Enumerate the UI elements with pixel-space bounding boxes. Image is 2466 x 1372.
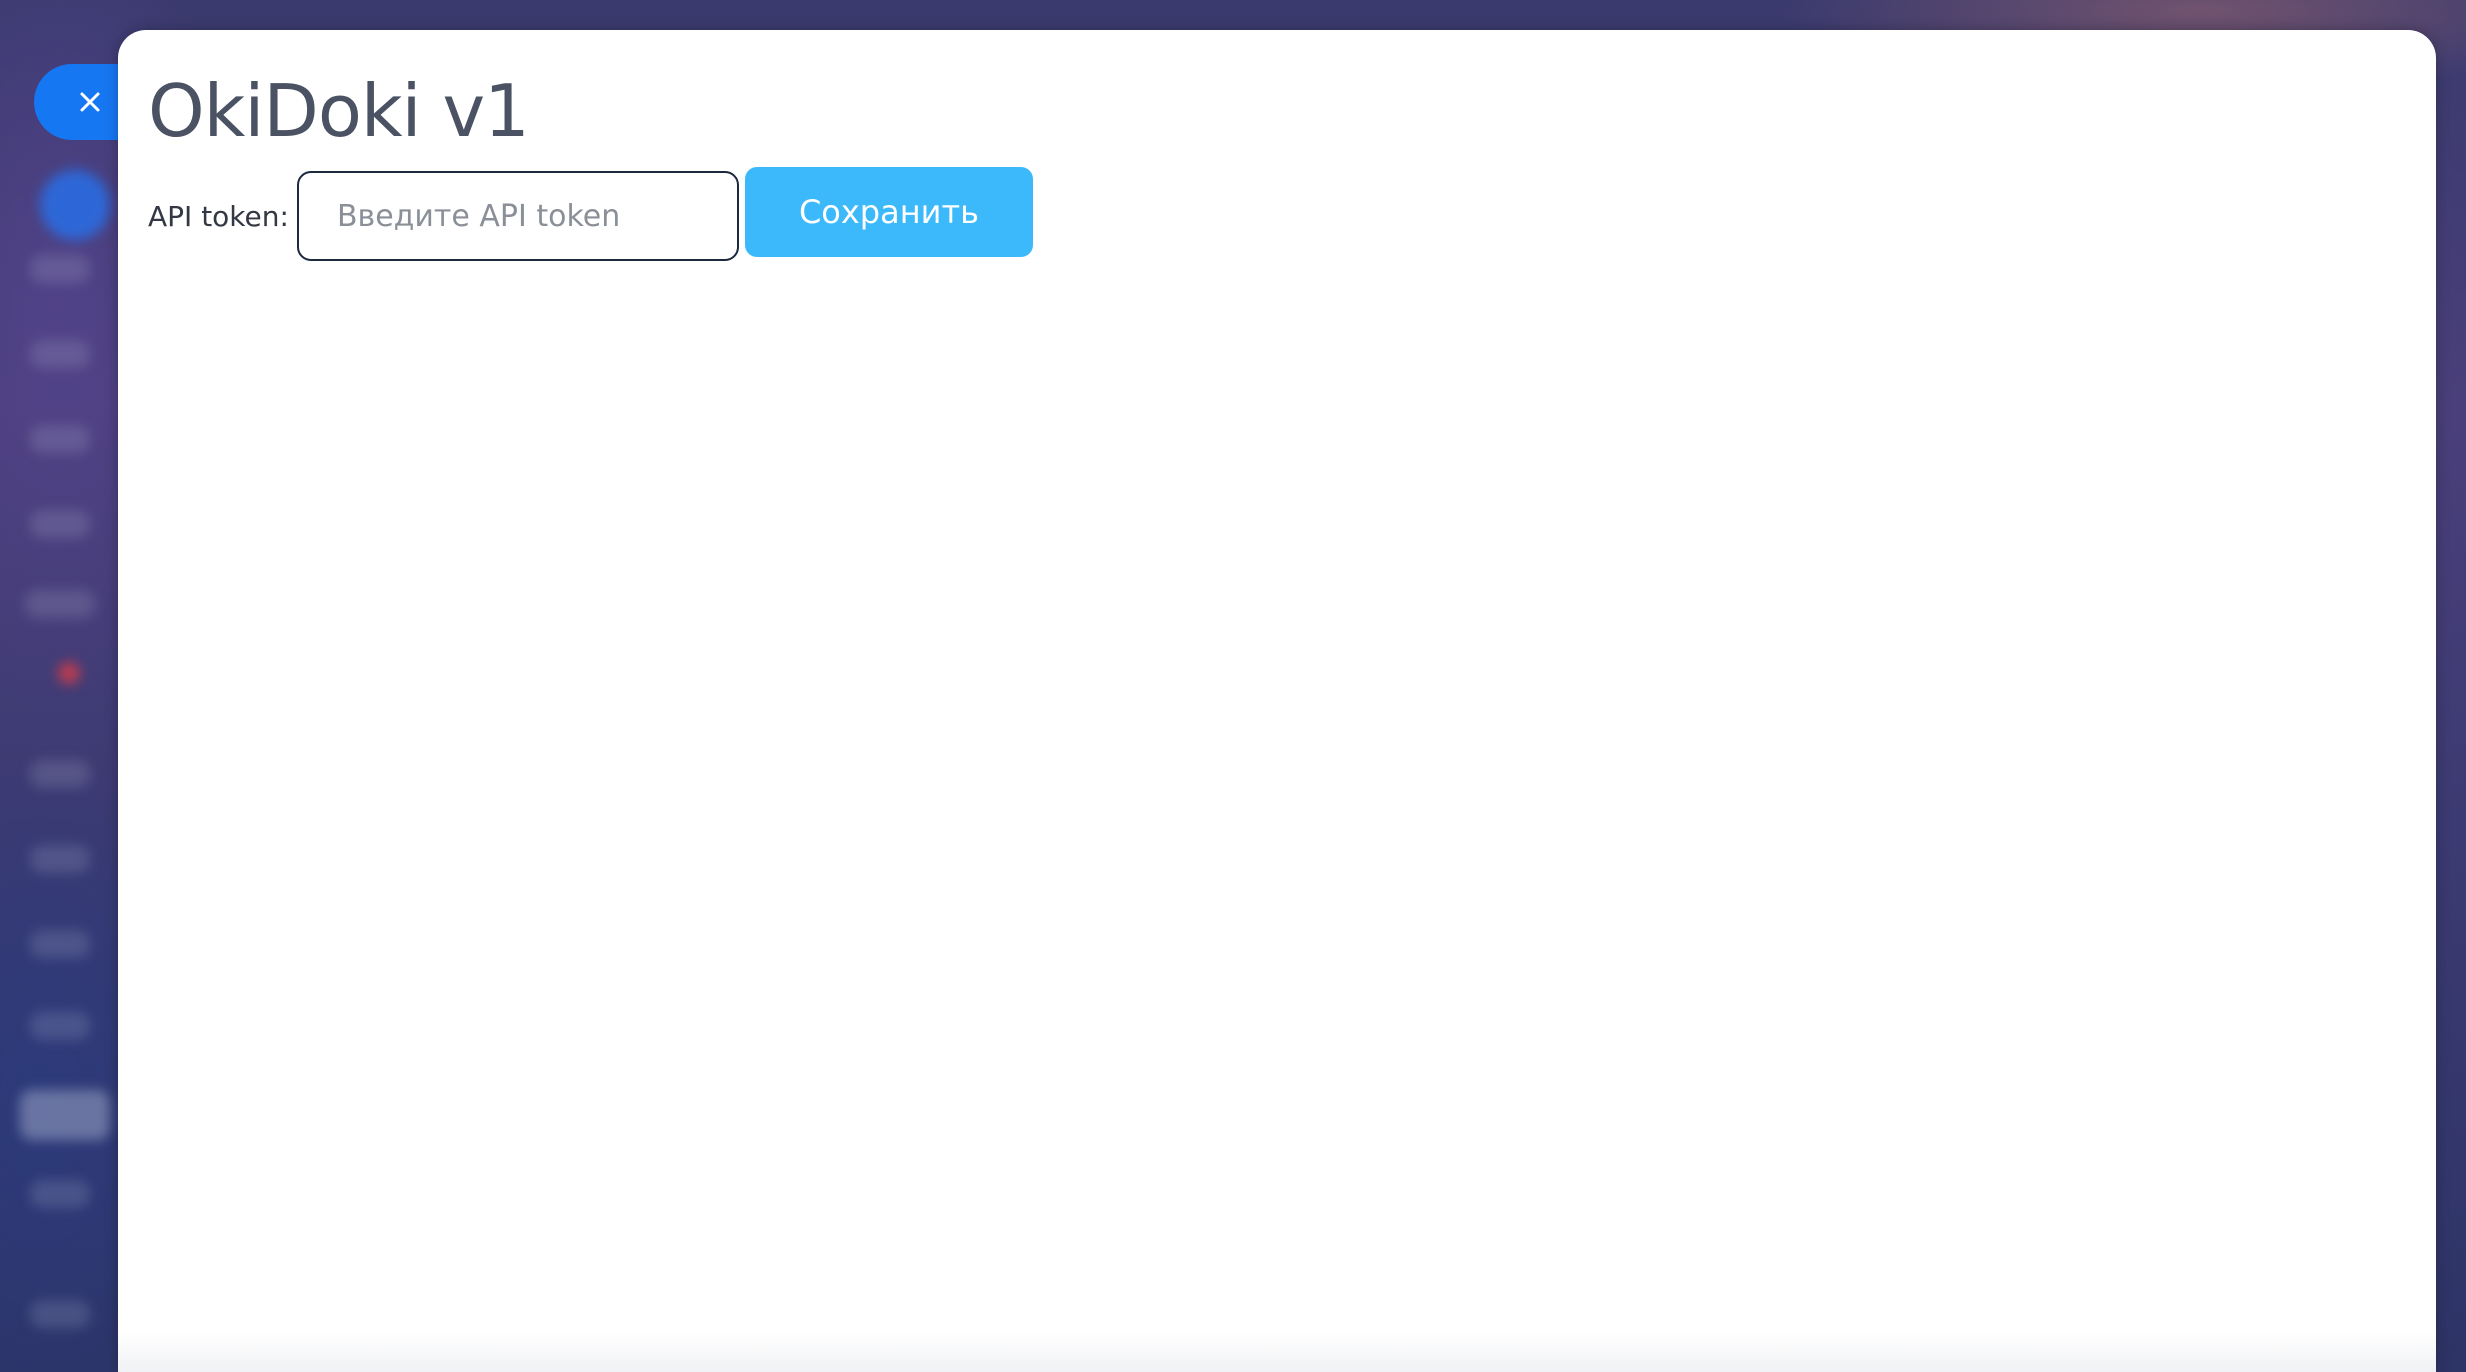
background-item	[30, 1180, 90, 1208]
background-item	[30, 340, 90, 368]
settings-panel: OkiDoki v1 API token: Сохранить	[118, 30, 2436, 1372]
background-sidebar	[0, 0, 118, 1372]
page-title: OkiDoki v1	[148, 69, 530, 153]
background-item	[30, 1300, 90, 1328]
background-item	[25, 590, 95, 618]
background-avatar	[40, 170, 110, 240]
api-token-row: API token: Сохранить	[148, 167, 1033, 264]
background-item	[30, 845, 90, 873]
api-token-label: API token:	[148, 199, 289, 233]
background-item	[20, 1090, 110, 1140]
close-icon	[80, 92, 100, 112]
background-item	[30, 255, 90, 283]
background-badge	[58, 662, 80, 684]
background-item	[30, 1012, 90, 1040]
background-item	[30, 510, 90, 538]
background-item	[30, 760, 90, 788]
api-token-input[interactable]	[296, 171, 739, 261]
background-item	[30, 425, 90, 453]
background-item	[30, 930, 90, 958]
save-button[interactable]: Сохранить	[744, 167, 1033, 257]
